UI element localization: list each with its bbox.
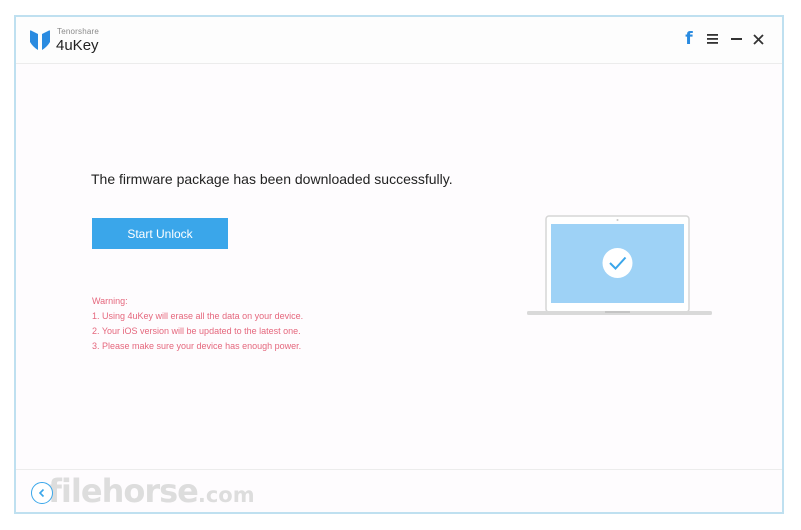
title-bar: Tenorshare 4uKey f bbox=[16, 17, 782, 64]
watermark-text: filehorse bbox=[48, 472, 199, 510]
close-icon[interactable] bbox=[749, 29, 767, 49]
app-window: Tenorshare 4uKey f The firmware package … bbox=[14, 15, 784, 514]
menu-icon[interactable] bbox=[703, 29, 721, 49]
start-unlock-button[interactable]: Start Unlock bbox=[92, 218, 228, 249]
warning-item: 2. Your iOS version will be updated to t… bbox=[92, 326, 301, 336]
minimize-icon[interactable] bbox=[727, 29, 745, 49]
warning-item: 3. Please make sure your device has enou… bbox=[92, 341, 302, 351]
status-message: The firmware package has been downloaded… bbox=[91, 171, 453, 187]
app-name: 4uKey bbox=[56, 37, 99, 54]
watermark-suffix: .com bbox=[197, 483, 255, 507]
facebook-icon[interactable]: f bbox=[680, 29, 698, 49]
warning-title: Warning: bbox=[92, 296, 128, 306]
vendor-name: Tenorshare bbox=[57, 27, 100, 36]
warning-item: 1. Using 4uKey will erase all the data o… bbox=[92, 311, 304, 321]
back-arrow-icon bbox=[38, 488, 45, 498]
footer-divider bbox=[16, 469, 782, 470]
watermark: filehorse.com bbox=[48, 472, 255, 510]
back-button[interactable] bbox=[31, 482, 53, 504]
laptop-checkmark-icon bbox=[527, 215, 712, 315]
warning-block: Warning: 1. Using 4uKey will erase all t… bbox=[92, 294, 303, 354]
tenorshare-logo-icon bbox=[30, 30, 50, 50]
